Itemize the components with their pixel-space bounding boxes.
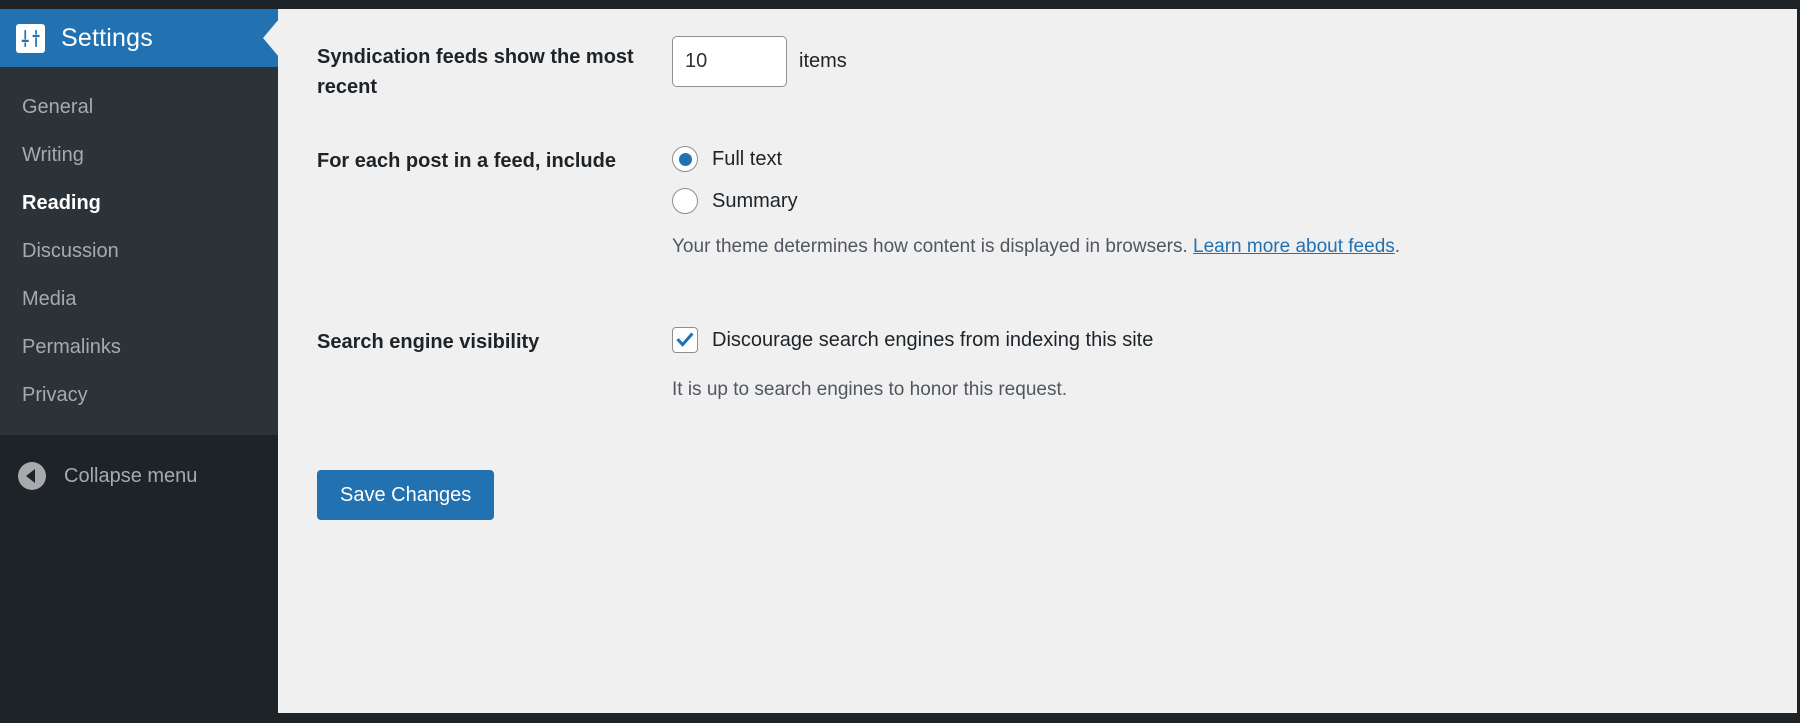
sidebar-menu-header-label: Settings	[61, 23, 153, 52]
collapse-menu-label: Collapse menu	[64, 464, 198, 487]
sidebar-menu-header-settings[interactable]: Settings	[0, 9, 279, 67]
discourage-search-engines-checkbox[interactable]	[672, 327, 698, 353]
save-changes-button[interactable]: Save Changes	[317, 470, 495, 520]
feed-include-field: Full text Summary Your theme determines …	[662, 124, 1800, 305]
main-content: Syndication feeds show the most recent i…	[278, 0, 1800, 723]
collapse-menu-button[interactable]: Collapse menu	[0, 453, 278, 499]
submit-area: Save Changes	[278, 442, 1800, 520]
form-row-feed-include: For each post in a feed, include Full te…	[278, 124, 1800, 305]
syndication-items-suffix: items	[799, 50, 847, 72]
radio-option-summary[interactable]: Summary	[672, 188, 1790, 214]
discourage-search-engines-label: Discourage search engines from indexing …	[712, 328, 1154, 351]
radio-summary-input[interactable]	[672, 188, 698, 214]
syndication-field: items	[662, 20, 1800, 109]
search-visibility-label: Search engine visibility	[317, 331, 540, 353]
learn-more-about-feeds-link[interactable]: Learn more about feeds	[1193, 236, 1395, 257]
sidebar-item-writing[interactable]: Writing	[0, 131, 278, 179]
sidebar-submenu: General Writing Reading Discussion Media…	[0, 67, 278, 435]
feed-include-help-text: Your theme determines how content is dis…	[672, 230, 1472, 264]
form-row-syndication: Syndication feeds show the most recent i…	[278, 20, 1800, 124]
radio-option-full-text[interactable]: Full text	[672, 146, 1790, 172]
collapse-left-arrow-icon	[18, 462, 46, 490]
sidebar-item-discussion[interactable]: Discussion	[0, 227, 278, 275]
top-edge-strip	[0, 0, 1800, 9]
search-visibility-help-text: It is up to search engines to honor this…	[672, 379, 1068, 400]
admin-sidebar: Settings General Writing Reading Discuss…	[0, 0, 279, 723]
checkbox-option-discourage[interactable]: Discourage search engines from indexing …	[672, 327, 1790, 353]
sidebar-active-pointer-icon	[263, 19, 279, 57]
syndication-items-input[interactable]	[672, 36, 787, 87]
sidebar-bottom-area: Collapse menu	[0, 435, 278, 723]
sidebar-item-reading[interactable]: Reading	[0, 179, 278, 227]
sidebar-item-privacy[interactable]: Privacy	[0, 371, 278, 419]
sidebar-item-media[interactable]: Media	[0, 275, 278, 323]
radio-full-text-label: Full text	[712, 147, 783, 170]
feed-help-suffix: .	[1394, 236, 1401, 257]
search-visibility-field: Discourage search engines from indexing …	[662, 305, 1800, 442]
radio-full-text-input[interactable]	[672, 146, 698, 172]
form-row-search-visibility: Search engine visibility Discourage sear…	[278, 305, 1800, 442]
reading-settings-form: Syndication feeds show the most recent i…	[278, 0, 1800, 520]
feed-help-prefix: Your theme determines how content is dis…	[672, 236, 1194, 257]
wordpress-admin-screen: Settings General Writing Reading Discuss…	[0, 0, 1800, 723]
bottom-edge-strip	[0, 713, 1800, 723]
radio-summary-label: Summary	[712, 189, 798, 212]
settings-sliders-icon	[16, 23, 45, 53]
sidebar-item-general[interactable]: General	[0, 83, 278, 131]
feed-include-label: For each post in a feed, include	[317, 150, 616, 172]
sidebar-item-permalinks[interactable]: Permalinks	[0, 323, 278, 371]
syndication-label: Syndication feeds show the most recent	[317, 46, 634, 98]
